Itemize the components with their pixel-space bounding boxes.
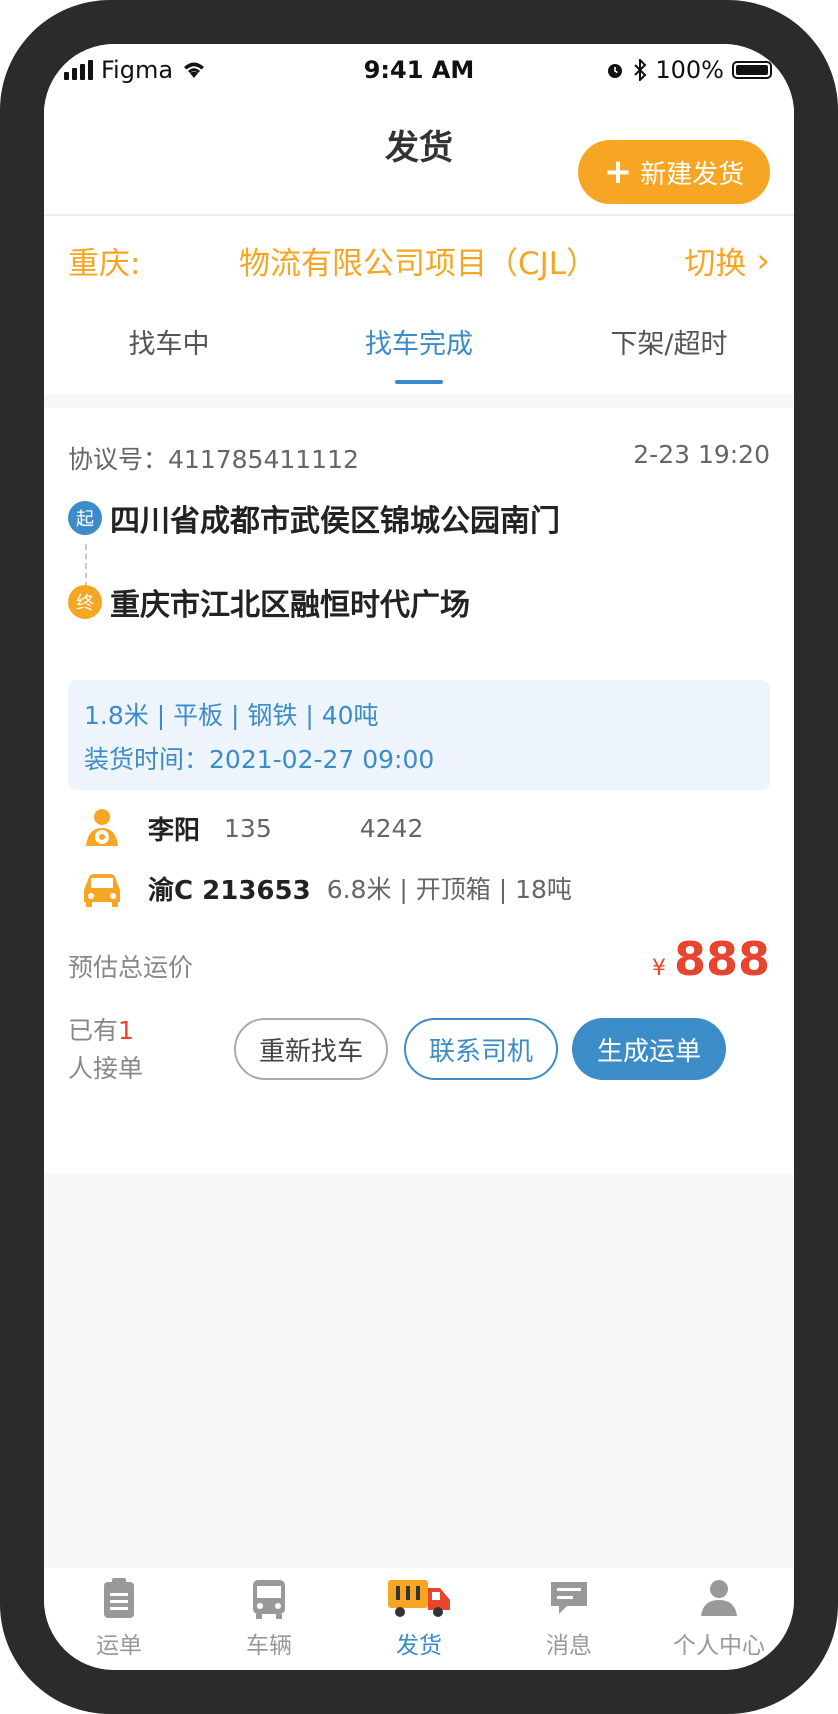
destination-text: 重庆市江北区融恒时代广场 [110,588,470,623]
nav-profile[interactable]: 个人中心 [644,1568,794,1670]
load-time-value: 2021-02-27 09:00 [209,745,435,774]
plate-number: 渝C 213653 [148,875,311,906]
retry-search-button[interactable]: 重新找车 [234,1018,388,1080]
tab-label: 下架/超时 [610,329,728,360]
order-card-header: 协议号：411785411112 2-23 19:20 [68,440,770,476]
project-bar: 重庆: 物流有限公司项目（CJL） 切换 › [44,216,794,300]
battery-percent: 100% [655,56,724,84]
driver-phone[interactable]: 135 4242 [224,814,423,843]
person-icon [701,1580,737,1616]
contact-driver-button[interactable]: 联系司机 [404,1018,558,1080]
order-time: 2-23 19:20 [633,440,770,469]
origin-badge: 起 [68,501,102,535]
project-name: 重庆: 物流有限公司项目（CJL） [68,246,598,282]
phone-frame: Figma 9:41 AM 100% 发货 + 新建发货 重庆: 物流有限公司项… [0,0,838,1714]
bus-icon [253,1580,285,1619]
cargo-spec: 1.8米 | 平板 | 钢铁 | 40吨 [84,701,379,730]
tab-indicator [395,380,443,384]
tab-offline-timeout[interactable]: 下架/超时 [544,300,794,394]
tab-label: 找车中 [128,329,210,360]
tab-label: 找车完成 [365,329,473,360]
clipboard-icon [104,1578,134,1618]
vehicle-desc: 6.8米 | 开顶箱 | 18吨 [326,875,572,904]
load-time: 装货时间：2021-02-27 09:00 [84,738,754,782]
price-label: 预估总运价 [68,953,194,982]
battery-icon [732,61,772,79]
status-tabs: 找车中 找车完成 下架/超时 [44,300,794,394]
agreement-number: 协议号：411785411112 [68,440,359,476]
nav-header: 发货 + 新建发货 [44,88,794,216]
switch-project-button[interactable]: 切换 › [684,238,770,283]
tab-searching[interactable]: 找车中 [44,300,294,394]
phone-prefix: 135 [224,813,272,843]
truck-icon [388,1580,450,1617]
load-time-label: 装货时间： [84,745,210,774]
nav-waybill[interactable]: 运单 [44,1568,194,1670]
destination-address: 终 重庆市江北区融恒时代广场 [68,580,770,624]
phone-screen: Figma 9:41 AM 100% 发货 + 新建发货 重庆: 物流有限公司项… [44,44,794,1670]
generate-waybill-button[interactable]: 生成运单 [572,1018,726,1080]
accept-prefix: 已有 [68,1016,119,1045]
driver-row: 李阳 135 4242 [80,806,770,850]
driver-icon [86,809,118,846]
vehicle-row: 渝C 213653 6.8米 | 开顶箱 | 18吨 [80,868,770,908]
nav-label: 消息 [546,1633,592,1659]
agreement-label: 协议号： [68,445,169,474]
cargo-info-box: 1.8米 | 平板 | 钢铁 | 40吨 装货时间：2021-02-27 09:… [68,680,770,790]
alarm-icon [608,64,623,78]
status-right: 100% [605,52,772,88]
new-shipment-button[interactable]: + 新建发货 [578,140,770,204]
switch-label: 切换 [684,246,747,282]
nav-label: 运单 [96,1633,142,1659]
nav-label: 个人中心 [673,1633,765,1659]
agreement-value: 411785411112 [168,445,359,474]
nav-label: 车辆 [246,1633,292,1659]
destination-badge: 终 [68,585,102,619]
origin-text: 四川省成都市武侯区锦城公园南门 [110,504,560,539]
nav-label: 发货 [396,1633,442,1659]
chevron-right-icon: › [756,240,770,281]
nav-messages[interactable]: 消息 [494,1568,644,1670]
accept-suffix: 人接单 [68,1054,144,1083]
bluetooth-icon [634,59,647,81]
order-card[interactable]: 协议号：411785411112 2-23 19:20 起 四川省成都市武侯区锦… [44,408,794,1174]
tab-found[interactable]: 找车完成 [294,300,544,394]
nav-shipping[interactable]: 发货 [344,1568,494,1670]
driver-name: 李阳 [148,815,201,846]
currency-symbol: ¥ [651,956,666,981]
nav-vehicle[interactable]: 车辆 [194,1568,344,1670]
price-amount: 888 [673,932,770,986]
car-icon [84,874,120,907]
origin-address: 起 四川省成都市武侯区锦城公园南门 [68,496,770,540]
bottom-nav: 运单 车辆 发货 消息 个人中心 [44,1568,794,1670]
accept-number: 1 [118,1016,134,1045]
phone-suffix: 4242 [359,813,424,843]
price-value: ¥ 888 [652,932,770,986]
message-icon [551,1582,587,1614]
accept-count: 已有1 人接单 [68,1012,188,1088]
plus-icon: + [603,152,633,192]
new-shipment-label: 新建发货 [640,159,745,190]
